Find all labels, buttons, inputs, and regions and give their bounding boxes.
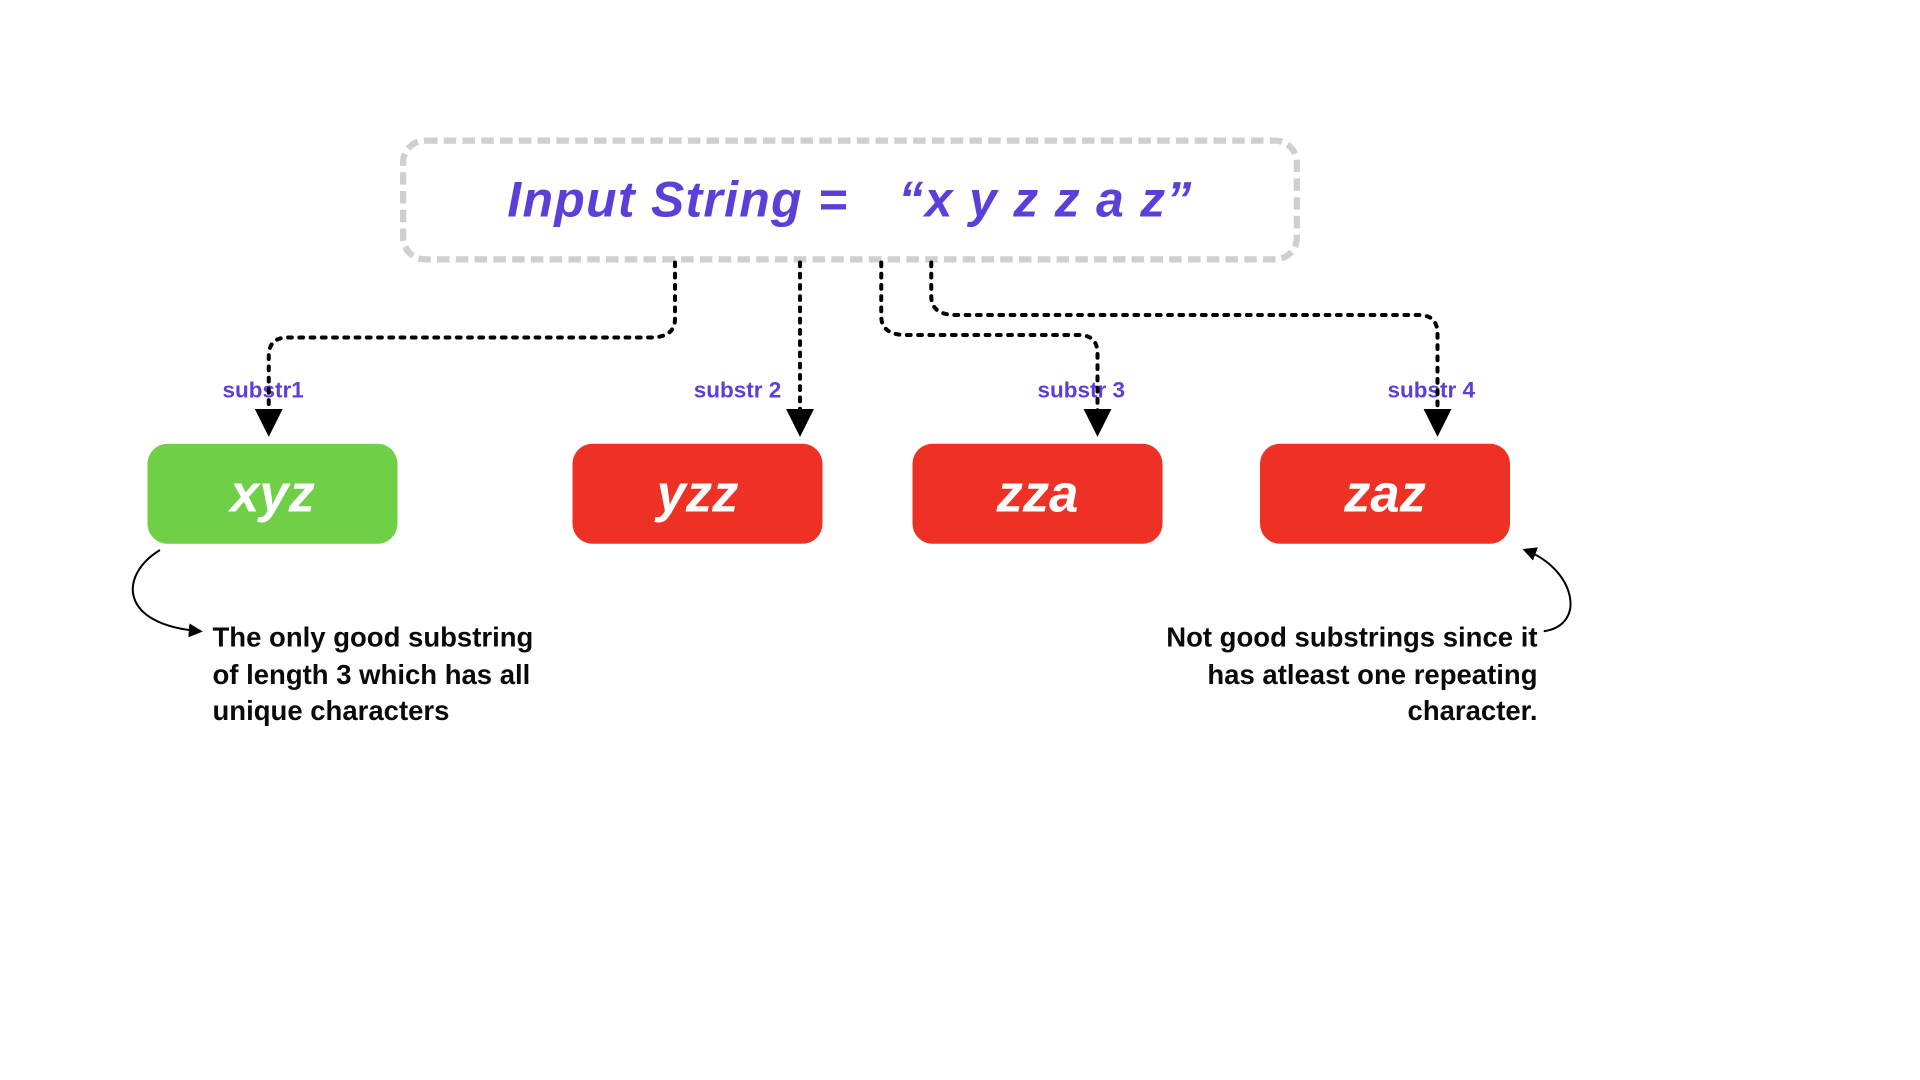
substr2-label: substr 2 xyxy=(694,378,782,404)
input-string-box: Input String = “x y z z a z” xyxy=(400,138,1300,263)
substr2-card: yzz xyxy=(573,444,823,544)
substr1-text: xyz xyxy=(230,464,315,524)
note-good: The only good substring of length 3 whic… xyxy=(213,619,563,730)
substr2-text: yzz xyxy=(657,464,739,524)
input-string-value: “x y z z a z” xyxy=(899,172,1193,227)
diagram-canvas: Input String = “x y z z a z” substr1 sub… xyxy=(0,0,1920,1080)
substr3-card: zza xyxy=(913,444,1163,544)
note-bad: Not good substrings since it has atleast… xyxy=(1163,619,1538,730)
connector-3 xyxy=(881,263,1097,432)
note-arrow-left xyxy=(133,550,200,631)
substr1-label: substr1 xyxy=(223,378,304,404)
input-string-label: Input String = xyxy=(507,172,848,227)
substr4-text: zaz xyxy=(1344,464,1426,524)
substr4-card: zaz xyxy=(1260,444,1510,544)
substr4-label: substr 4 xyxy=(1388,378,1476,404)
input-string-text: Input String = “x y z z a z” xyxy=(507,172,1192,228)
substr3-text: zza xyxy=(997,464,1079,524)
connector-4 xyxy=(931,263,1437,432)
substr1-card: xyz xyxy=(148,444,398,544)
substr3-label: substr 3 xyxy=(1038,378,1126,404)
connector-1 xyxy=(269,263,675,432)
